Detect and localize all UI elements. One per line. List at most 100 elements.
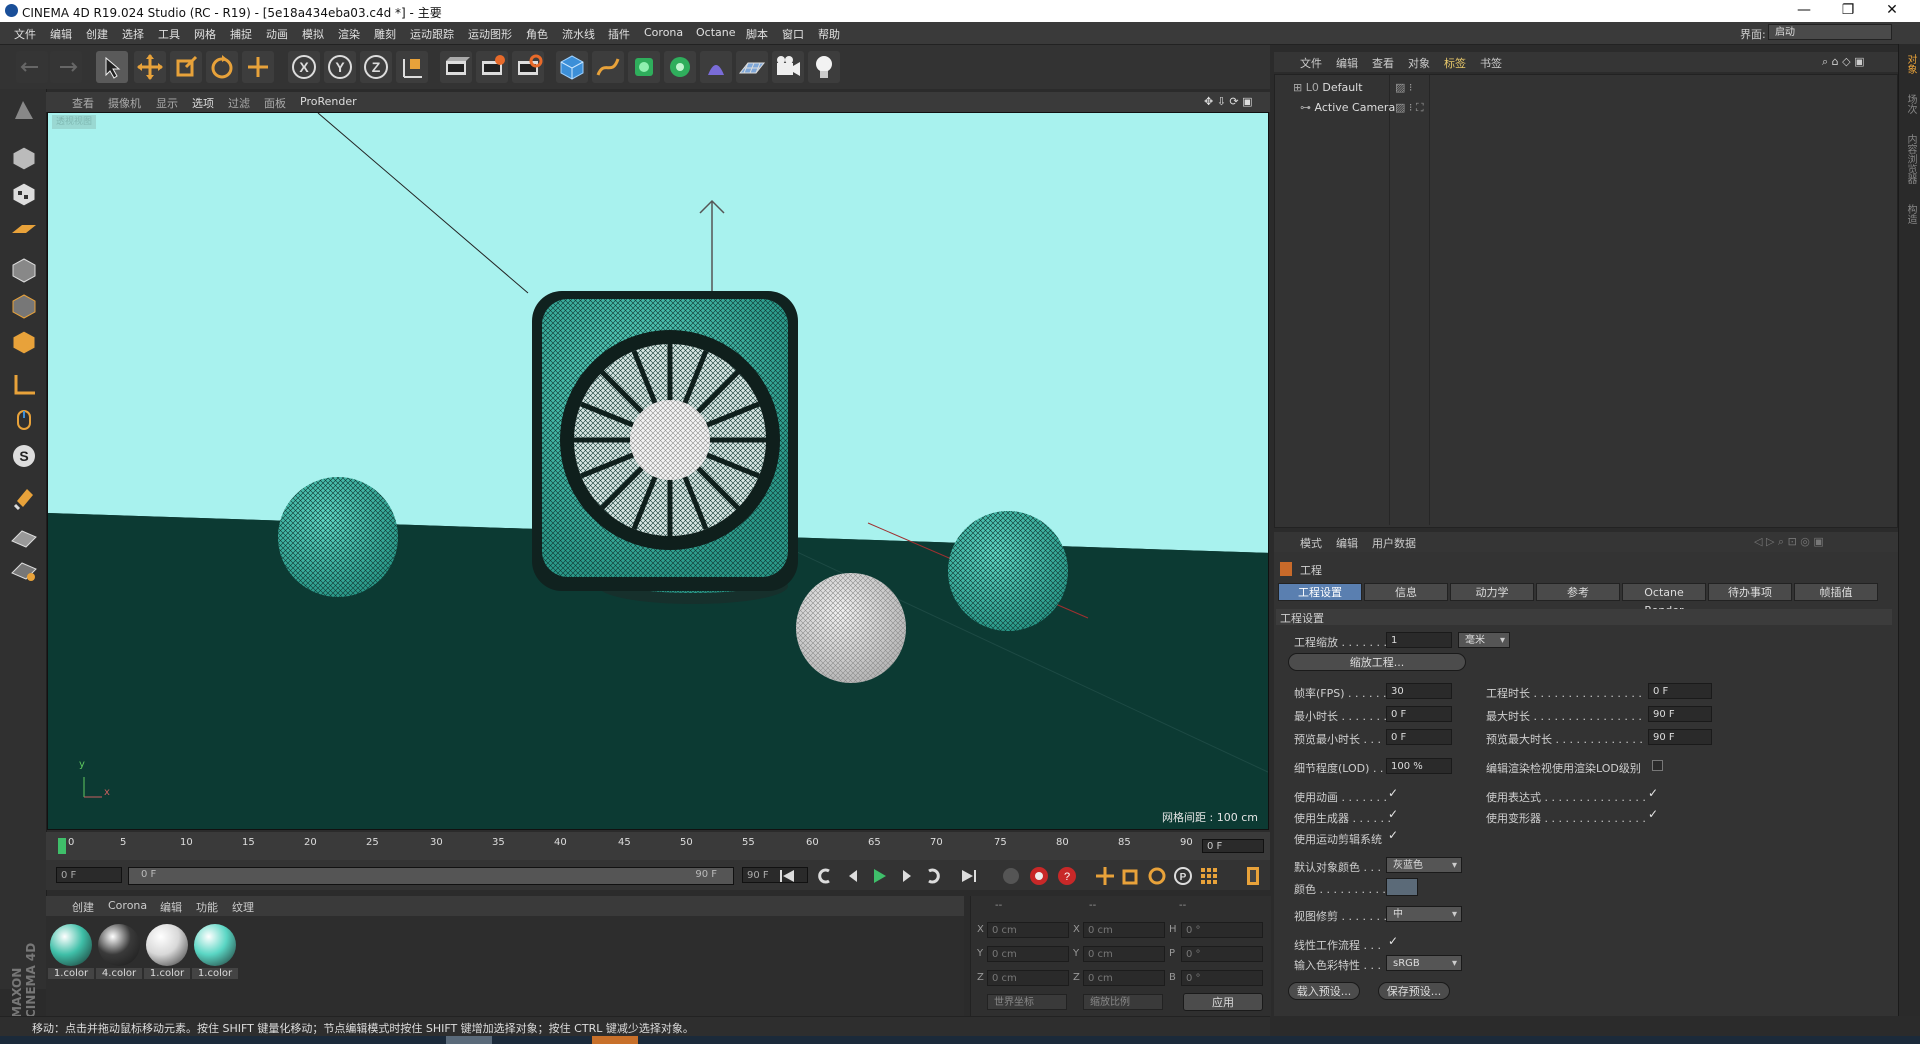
cube-icon[interactable] [556,51,588,83]
play-icon[interactable] [868,865,890,887]
tab-project-settings[interactable]: 工程设置 [1278,583,1362,601]
pos-x-field[interactable]: 0 cm [987,922,1069,938]
x-axis-icon[interactable]: X [288,51,320,83]
prev-frame-icon[interactable] [842,865,864,887]
preview-max-field[interactable]: 90 F [1648,729,1712,745]
menu-character[interactable]: 角色 [526,26,548,42]
menu-tools[interactable]: 工具 [158,26,180,42]
lod-field[interactable]: 100 % [1386,758,1452,774]
camera-icon[interactable] [772,51,804,83]
material-swatch[interactable]: 4.color [96,922,142,980]
min-time-field[interactable]: 0 F [1386,706,1452,722]
visibility-toggle-icon[interactable]: ▨ ⁝ ⛶ [1395,101,1424,115]
menu-motion-tracker[interactable]: 运动跟踪 [410,26,454,42]
nurbs-icon[interactable] [628,51,660,83]
size-x-field[interactable]: 0 cm [1083,922,1165,938]
restore-button[interactable]: ❐ [1828,0,1868,22]
object-menu-bookmarks[interactable]: 书签 [1480,55,1502,71]
menu-create[interactable]: 创建 [86,26,108,42]
go-to-start-icon[interactable] [776,865,798,887]
rot-b-field[interactable]: 0 ° [1181,970,1263,986]
preview-min-field[interactable]: 0 F [1386,729,1452,745]
use-generators-checkbox[interactable]: ✓ [1388,807,1398,821]
taskbar-item[interactable] [446,1036,492,1044]
timeline-ruler[interactable]: 0 5 10 15 20 25 30 35 40 45 50 55 60 65 … [46,832,1270,860]
pos-y-field[interactable]: 0 cm [987,946,1069,962]
object-row-default[interactable]: ⊞ L0 Default [1293,81,1363,94]
duration-field[interactable]: 0 F [1648,683,1712,699]
z-axis-icon[interactable]: Z [360,51,392,83]
next-key-icon[interactable] [922,865,944,887]
attr-menu-user-data[interactable]: 用户数据 [1372,535,1416,551]
rotate-icon[interactable] [206,51,238,83]
input-color-profile-select[interactable]: sRGB [1386,955,1462,972]
material-menu-edit[interactable]: 编辑 [160,899,182,915]
menu-sculpt[interactable]: 雕刻 [374,26,396,42]
tweak-mode-icon[interactable] [9,405,39,435]
end-frame-field[interactable]: 90 F [742,867,808,883]
menu-simulate[interactable]: 模拟 [302,26,324,42]
linear-workflow-checkbox[interactable]: ✓ [1388,934,1398,948]
scale-unit-select[interactable]: 毫米 [1458,632,1510,649]
rot-h-field[interactable]: 0 ° [1181,922,1263,938]
use-motion-system-checkbox[interactable]: ✓ [1388,828,1398,842]
default-object-color-select[interactable]: 灰蓝色 [1386,857,1462,874]
material-swatch[interactable]: 1.color [144,922,190,980]
prev-key-icon[interactable] [814,865,836,887]
menu-pipeline[interactable]: 流水线 [562,26,595,42]
object-menu-tags[interactable]: 标签 [1444,55,1466,71]
keyframe-selection-icon[interactable] [1000,865,1022,887]
start-frame-field[interactable]: 0 F [56,867,122,883]
tab-dynamics[interactable]: 动力学 [1450,583,1534,601]
material-menu-texture[interactable]: 纹理 [232,899,254,915]
render-lod-checkbox[interactable] [1652,760,1663,771]
attr-menu-mode[interactable]: 模式 [1300,535,1322,551]
go-to-end-icon[interactable] [958,865,980,887]
tab-reference[interactable]: 参考 [1536,583,1620,601]
minimize-button[interactable]: — [1784,0,1824,22]
polygons-mode-icon[interactable] [9,327,39,357]
viewport-menu-options[interactable]: 选项 [192,95,214,111]
array-icon[interactable] [664,51,696,83]
viewport-nav-icons[interactable]: ✥ ⇩ ⟳ ▣ [1204,95,1253,108]
attr-menu-edit[interactable]: 编辑 [1336,535,1358,551]
pos-z-field[interactable]: 0 cm [987,970,1069,986]
key-scale-icon[interactable] [1120,865,1142,887]
apply-button[interactable]: 应用 [1183,993,1263,1011]
tab-content-browser-vertical[interactable]: 内容浏览器 [1903,134,1918,184]
render-picture-viewer-icon[interactable] [476,51,508,83]
size-y-field[interactable]: 0 cm [1083,946,1165,962]
menu-window[interactable]: 窗口 [782,26,804,42]
pen-spline-icon[interactable] [592,51,624,83]
menu-octane[interactable]: Octane [696,26,736,39]
menu-select[interactable]: 选择 [122,26,144,42]
select-arrow-icon[interactable] [96,51,128,83]
record-active-objects-icon[interactable] [1028,865,1050,887]
max-time-field[interactable]: 90 F [1648,706,1712,722]
menu-mesh[interactable]: 网格 [194,26,216,42]
scale-project-button[interactable]: 缩放工程... [1288,653,1466,671]
use-expressions-checkbox[interactable]: ✓ [1648,786,1658,800]
coord-space-select[interactable]: 世界坐标 [987,994,1067,1010]
material-menu-corona[interactable]: Corona [108,899,147,912]
menu-render[interactable]: 渲染 [338,26,360,42]
layout-select[interactable]: 启动 [1768,24,1892,40]
render-settings-icon[interactable] [512,51,544,83]
key-parameter-icon[interactable]: P [1172,865,1194,887]
tab-structure-vertical[interactable]: 构造 [1903,204,1918,224]
live-move-icon[interactable] [242,51,274,83]
visibility-toggle-icon[interactable]: ▨ ⁝ [1395,81,1412,94]
menu-corona[interactable]: Corona [644,26,683,39]
coord-scale-select[interactable]: 缩放比例 [1083,994,1163,1010]
current-frame-field[interactable]: 0 F [1202,839,1264,853]
magnet-icon[interactable] [9,483,39,513]
playhead[interactable] [58,838,66,854]
viewport-menu-filter[interactable]: 过滤 [228,95,250,111]
tab-octane-render[interactable]: Octane Render [1622,583,1706,617]
autokeying-icon[interactable]: ? [1056,865,1078,887]
attr-nav-icons[interactable]: ◁ ▷ ⌕ ⊡ ◎ ▣ [1754,535,1824,549]
frame-range-slider[interactable]: 0 F 90 F [128,867,734,885]
tab-todo[interactable]: 待办事项 [1708,583,1792,601]
points-mode-icon[interactable] [9,255,39,285]
load-preset-button[interactable]: 载入预设... [1288,982,1360,1000]
